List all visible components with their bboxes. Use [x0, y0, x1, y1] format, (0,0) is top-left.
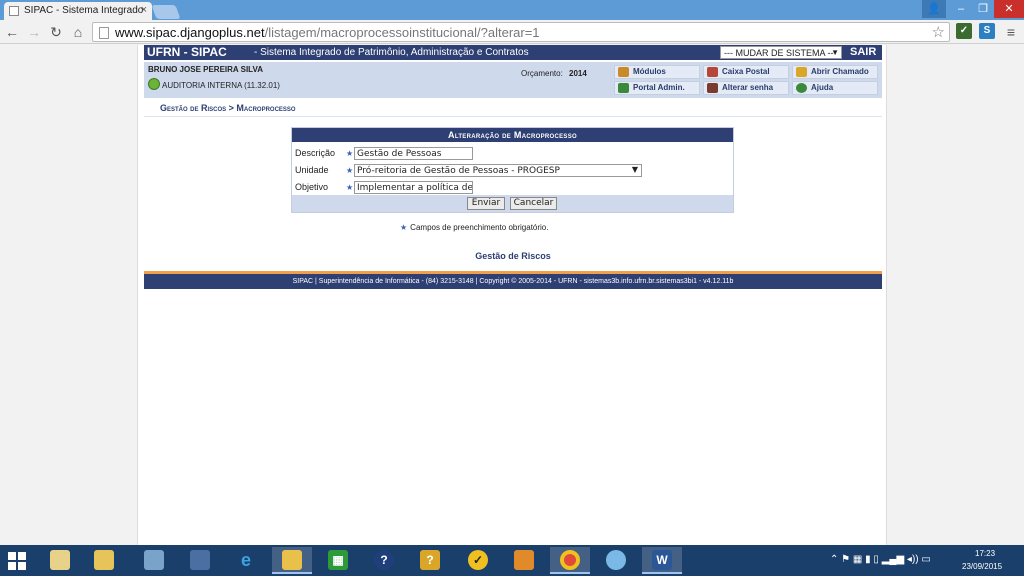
mandatory-note: ★ Campos de preenchimento obrigatório.: [400, 223, 548, 232]
risk-management-link[interactable]: Gestão de Riscos: [138, 251, 888, 261]
taskbar-calculator-icon[interactable]: [134, 547, 174, 574]
change-password-label: Alterar senha: [722, 83, 774, 92]
budget-year: 2014: [569, 69, 587, 78]
unit-label: Unidade: [295, 165, 329, 175]
taskbar-norton-icon[interactable]: ✓: [458, 547, 498, 574]
url-host: www.sipac.djangoplus.net: [115, 25, 265, 40]
page-content: UFRN - SIPAC - Sistema Integrado de Patr…: [137, 45, 887, 545]
modules-link[interactable]: Módulos: [614, 65, 700, 79]
required-star-icon: ★: [346, 166, 354, 175]
unit-select[interactable]: Pró-reitoria de Gestão de Pessoas - PROG…: [354, 164, 642, 177]
clock-date[interactable]: 23/09/2015: [962, 562, 1002, 571]
browser-toolbar: ← → ↻ ⌂ www.sipac.djangoplus.net/listage…: [0, 20, 1024, 44]
windows-start-icon[interactable]: [8, 552, 26, 570]
description-label: Descrição: [295, 148, 336, 158]
user-info-panel: BRUNO JOSE PEREIRA SILVA AUDITORIA INTER…: [144, 62, 882, 98]
maximize-button[interactable]: ❐: [970, 0, 996, 18]
open-ticket-link[interactable]: Abrir Chamado: [792, 65, 878, 79]
user-name: BRUNO JOSE PEREIRA SILVA: [148, 65, 263, 74]
taskbar-support-icon[interactable]: ?: [410, 547, 450, 574]
modules-icon: [618, 67, 629, 77]
browser-tab[interactable]: SIPAC - Sistema Integrado ×: [4, 2, 152, 20]
mandatory-note-text: Campos de preenchimento obrigatório.: [410, 223, 549, 232]
back-arrow-icon[interactable]: ←: [4, 24, 20, 40]
tab-close-icon[interactable]: ×: [141, 4, 147, 16]
required-star-icon: ★: [346, 183, 354, 192]
profile-icon[interactable]: 👤: [922, 0, 946, 18]
taskbar-document-icon[interactable]: [84, 547, 124, 574]
logout-link[interactable]: SAIR: [850, 45, 876, 60]
taskbar-tools-icon[interactable]: [504, 547, 544, 574]
tab-title: SIPAC - Sistema Integrado: [24, 5, 144, 16]
change-system-value: --- MUDAR DE SISTEMA --: [724, 48, 834, 58]
help-label: Ajuda: [811, 83, 834, 92]
dropdown-arrow-icon: ▼: [631, 165, 638, 174]
breadcrumb-divider: [144, 116, 882, 117]
portal-icon: [618, 83, 629, 93]
page-icon: [99, 27, 109, 39]
help-link[interactable]: Ajuda: [792, 81, 878, 95]
ticket-icon: [796, 67, 807, 77]
key-icon: [707, 83, 718, 93]
description-input[interactable]: Gestão de Pessoas: [354, 147, 473, 160]
menu-icon[interactable]: ≡: [1003, 24, 1019, 40]
taskbar-internet-explorer-icon[interactable]: e: [226, 547, 266, 574]
clock-time[interactable]: 17:23: [975, 549, 995, 558]
taskbar-paint-icon[interactable]: [596, 547, 636, 574]
objective-label: Objetivo: [295, 182, 329, 192]
close-window-button[interactable]: ✕: [994, 0, 1024, 18]
change-system-select[interactable]: --- MUDAR DE SISTEMA -- ▼: [720, 46, 842, 59]
extension-shield-icon[interactable]: ✓: [956, 23, 972, 39]
budget-label: Orçamento:: [521, 69, 563, 78]
mailbox-link[interactable]: Caixa Postal: [703, 65, 789, 79]
cancel-button[interactable]: Cancelar: [510, 197, 557, 210]
taskbar-store-icon[interactable]: ▦: [318, 547, 358, 574]
system-bar: UFRN - SIPAC - Sistema Integrado de Patr…: [144, 45, 882, 60]
forward-arrow-icon[interactable]: →: [26, 24, 42, 40]
admin-portal-link[interactable]: Portal Admin.: [614, 81, 700, 95]
taskbar-file-icon[interactable]: [40, 547, 80, 574]
mailbox-icon: [707, 67, 718, 77]
page-favicon-icon: [9, 6, 19, 16]
taskbar: e ▦ ? ? ✓ W ⌃ ⚑ ▦ ▮ ▯ ▂▄▆ ◂)) ▭ 17:23 23…: [0, 545, 1024, 576]
unit-select-value: Pró-reitoria de Gestão de Pessoas - PROG…: [357, 166, 560, 176]
open-ticket-label: Abrir Chamado: [811, 67, 869, 76]
taskbar-help-icon[interactable]: ?: [364, 547, 404, 574]
dropdown-arrow-icon: ▼: [831, 48, 839, 57]
help-icon: [796, 83, 807, 93]
browser-title-bar: SIPAC - Sistema Integrado × 👤 – ❐ ✕: [0, 0, 1024, 20]
url-path: /listagem/macroprocessoinstitucional/?al…: [264, 25, 540, 40]
unit-change-icon[interactable]: [148, 78, 160, 90]
address-bar[interactable]: www.sipac.djangoplus.net/listagem/macrop…: [92, 22, 950, 42]
mailbox-label: Caixa Postal: [722, 67, 770, 76]
breadcrumb: Gestão de Riscos > Macroprocesso: [160, 103, 296, 113]
required-star-icon: ★: [400, 223, 408, 232]
system-name: - Sistema Integrado de Patrimônio, Admin…: [254, 47, 529, 58]
page-footer: SIPAC | Superintendência de Informática …: [144, 274, 882, 289]
required-star-icon: ★: [346, 149, 354, 158]
objective-input[interactable]: Implementar a política de g: [354, 181, 473, 194]
user-unit: AUDITORIA INTERNA (11.32.01): [162, 81, 280, 90]
bookmark-star-icon[interactable]: ☆: [932, 23, 945, 41]
taskbar-file-explorer-icon[interactable]: [272, 547, 312, 574]
page-viewport: UFRN - SIPAC - Sistema Integrado de Patr…: [0, 45, 1024, 545]
taskbar-computer-icon[interactable]: [180, 547, 220, 574]
taskbar-word-icon[interactable]: W: [642, 547, 682, 574]
taskbar-chrome-icon[interactable]: [550, 547, 590, 574]
form-caption: Alteraração de Macroprocesso: [292, 128, 733, 142]
macroprocess-form: Alteraração de Macroprocesso Descrição ★…: [291, 127, 734, 213]
home-icon[interactable]: ⌂: [70, 24, 86, 40]
extension-s-icon[interactable]: S: [979, 23, 995, 39]
submit-button[interactable]: Enviar: [467, 197, 505, 210]
new-tab-button[interactable]: [151, 5, 181, 19]
admin-portal-label: Portal Admin.: [633, 83, 685, 92]
reload-icon[interactable]: ↻: [48, 24, 64, 40]
form-actions: Enviar Cancelar: [292, 195, 733, 212]
modules-label: Módulos: [633, 67, 666, 76]
system-tray-icons[interactable]: ⌃ ⚑ ▦ ▮ ▯ ▂▄▆ ◂)) ▭: [830, 554, 931, 565]
change-password-link[interactable]: Alterar senha: [703, 81, 789, 95]
system-brand: UFRN - SIPAC: [147, 45, 227, 59]
